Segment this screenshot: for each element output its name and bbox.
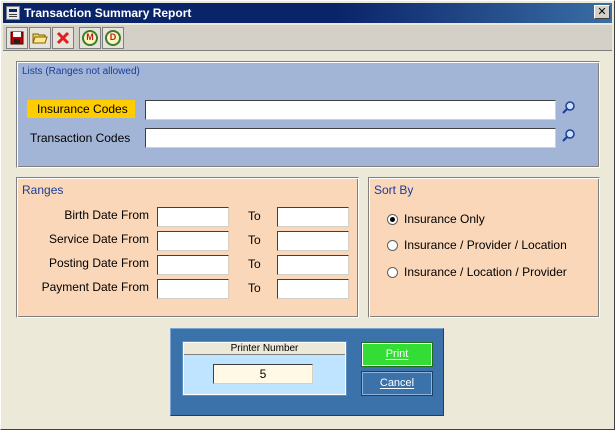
ranges-panel-title: Ranges [22, 183, 64, 197]
d-circle-button[interactable]: D [102, 26, 124, 49]
sort-insurance-location-provider-option[interactable]: Insurance / Location / Provider [387, 265, 567, 279]
service-date-to-label: To [248, 233, 261, 247]
printer-number-box: Printer Number 5 [183, 342, 346, 395]
birth-date-to-input[interactable] [277, 207, 349, 227]
insurance-codes-input[interactable] [145, 100, 556, 120]
sort-insurance-provider-location-label: Insurance / Provider / Location [404, 238, 567, 252]
transaction-codes-input[interactable] [145, 128, 556, 148]
sort-by-panel-title: Sort By [374, 183, 414, 197]
payment-date-from-label: Payment Date From [41, 280, 149, 294]
cancel-button[interactable]: Cancel [362, 372, 432, 395]
report-window: Transaction Summary Report ✕ M D Lists (… [0, 0, 615, 430]
payment-date-from-input[interactable] [157, 279, 229, 299]
transaction-codes-search-icon[interactable] [561, 128, 577, 144]
m-circle-icon: M [82, 29, 98, 46]
insurance-codes-label: Insurance Codes [27, 100, 135, 118]
red-x-glyph [56, 31, 70, 44]
birth-date-from-input[interactable] [157, 207, 229, 227]
service-date-to-input[interactable] [277, 231, 349, 251]
close-window-button[interactable]: ✕ [594, 5, 610, 19]
app-icon [6, 6, 20, 20]
save-icon-glyph [10, 31, 24, 44]
payment-date-to-input[interactable] [277, 279, 349, 299]
payment-date-to-label: To [248, 281, 261, 295]
birth-date-from-label: Birth Date From [64, 208, 149, 222]
print-button[interactable]: Print [362, 343, 432, 366]
close-red-x-icon[interactable] [52, 26, 74, 49]
report-form: Lists (Ranges not allowed) Insurance Cod… [3, 52, 612, 427]
posting-date-from-label: Posting Date From [48, 256, 149, 270]
sort-insurance-location-provider-label: Insurance / Location / Provider [404, 265, 567, 279]
sort-insurance-only-radio[interactable] [387, 213, 398, 225]
posting-date-to-input[interactable] [277, 255, 349, 275]
printer-panel: Printer Number 5 Print Cancel [170, 328, 444, 416]
title-bar[interactable]: Transaction Summary Report ✕ [3, 3, 612, 23]
sort-insurance-location-provider-radio[interactable] [387, 266, 398, 278]
transaction-codes-label: Transaction Codes [30, 131, 131, 145]
d-circle-icon: D [105, 29, 121, 46]
birth-date-to-label: To [248, 209, 261, 223]
posting-date-from-input[interactable] [157, 255, 229, 275]
sort-insurance-only-label: Insurance Only [404, 212, 485, 226]
sort-insurance-provider-location-radio[interactable] [387, 239, 398, 251]
window-title: Transaction Summary Report [24, 6, 192, 20]
ranges-panel: Ranges Birth Date From To Service Date F… [16, 177, 359, 318]
lists-panel: Lists (Ranges not allowed) Insurance Cod… [16, 61, 600, 168]
service-date-from-input[interactable] [157, 231, 229, 251]
insurance-codes-search-icon[interactable] [561, 100, 577, 116]
printer-number-input[interactable]: 5 [213, 364, 313, 384]
posting-date-to-label: To [248, 257, 261, 271]
open-folder-icon[interactable] [29, 26, 51, 49]
save-icon[interactable] [6, 26, 28, 49]
m-circle-button[interactable]: M [79, 26, 101, 49]
sort-by-panel: Sort By Insurance Only Insurance / Provi… [368, 177, 600, 318]
printer-number-title: Printer Number [184, 343, 345, 355]
lists-panel-title: Lists (Ranges not allowed) [22, 66, 140, 77]
sort-insurance-only-option[interactable]: Insurance Only [387, 212, 485, 226]
service-date-from-label: Service Date From [48, 232, 149, 246]
sort-insurance-provider-location-option[interactable]: Insurance / Provider / Location [387, 238, 567, 252]
toolbar: M D [3, 25, 612, 51]
open-folder-glyph [32, 33, 48, 43]
